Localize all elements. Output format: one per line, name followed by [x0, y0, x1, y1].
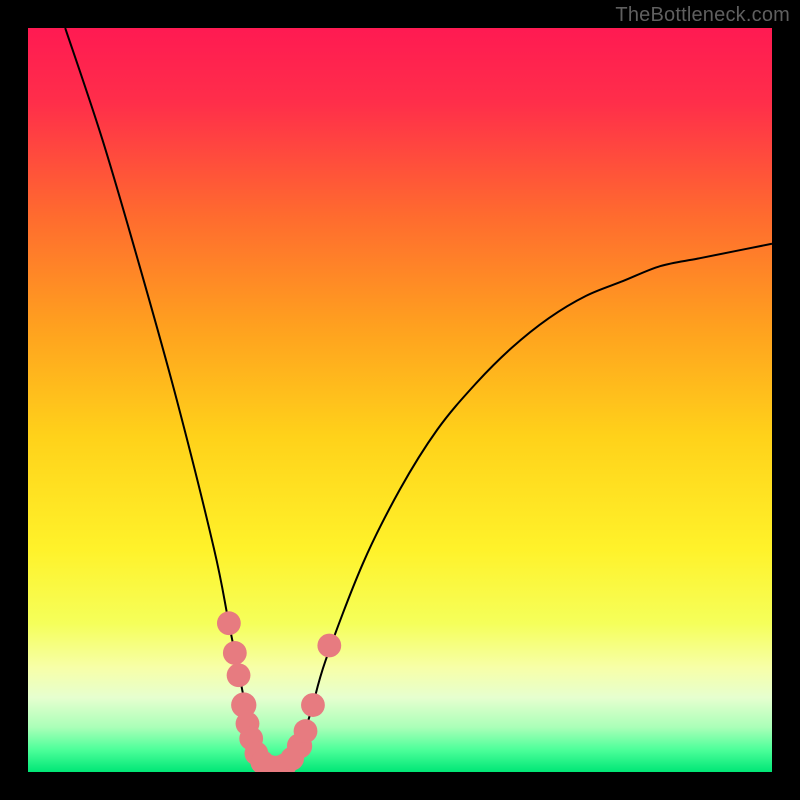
marker-dot [317, 634, 341, 658]
curve-layer [28, 28, 772, 772]
watermark-text: TheBottleneck.com [615, 4, 790, 27]
marker-dot [223, 641, 247, 665]
marker-dot [217, 611, 241, 635]
chart-frame [28, 28, 772, 772]
marker-dot [301, 693, 325, 717]
marker-group [217, 611, 341, 772]
marker-dot [227, 663, 251, 687]
plot-area [28, 28, 772, 772]
marker-dot [294, 719, 318, 743]
bottleneck-curve [65, 28, 772, 772]
